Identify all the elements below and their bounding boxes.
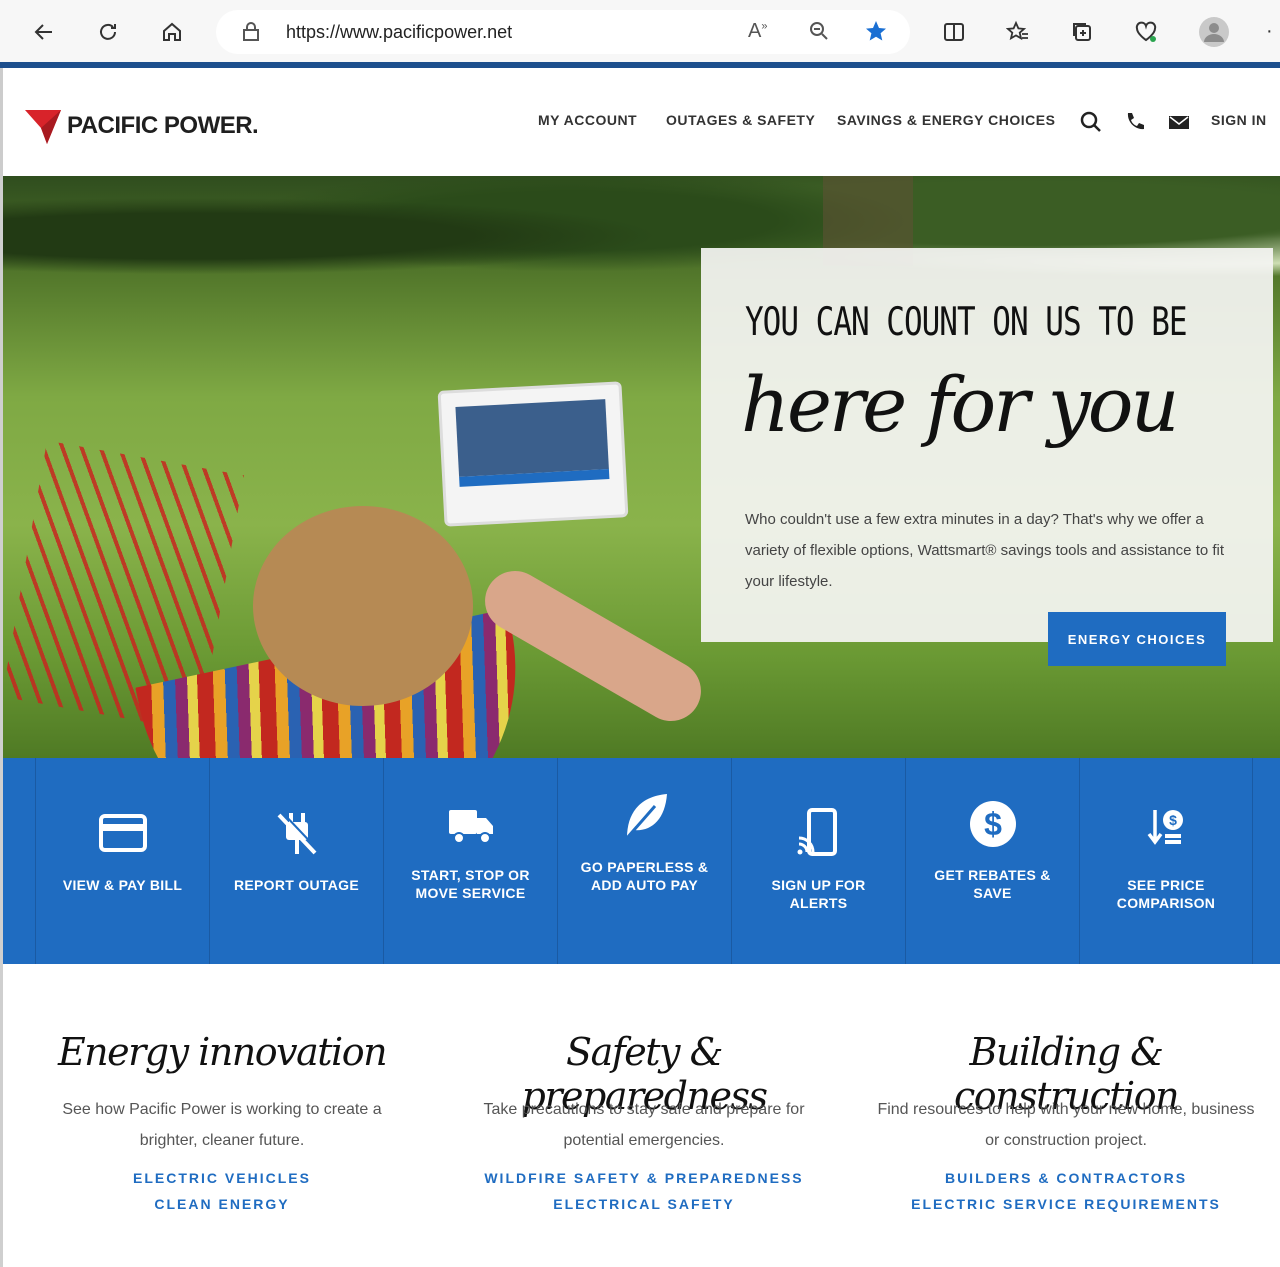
phone-icon[interactable] bbox=[1123, 110, 1147, 139]
tile-go-paperless[interactable]: GO PAPERLESS & ADD AUTO PAY bbox=[557, 758, 731, 964]
browser-toolbar: https://www.pacificpower.net A» · bbox=[0, 0, 1280, 64]
svg-text:$: $ bbox=[984, 806, 1002, 842]
leaf-icon bbox=[558, 790, 731, 842]
unplugged-icon bbox=[210, 810, 383, 858]
svg-text:$: $ bbox=[1169, 812, 1177, 828]
hero-body-text: Who couldn't use a few extra minutes in … bbox=[745, 511, 1225, 590]
feature-description: Take precautions to stay safe and prepar… bbox=[483, 1101, 805, 1149]
favorites-icon[interactable] bbox=[1000, 14, 1036, 50]
tile-label: REPORT OUTAGE bbox=[234, 877, 359, 893]
health-icon[interactable] bbox=[1128, 14, 1164, 50]
link-builders-contractors[interactable]: BUILDERS & CONTRACTORS bbox=[876, 1170, 1256, 1186]
hero-tagline: YOU CAN COUNT ON US TO BE bbox=[745, 300, 1188, 345]
tile-label: VIEW & PAY BILL bbox=[62, 877, 183, 893]
feature-title: Safety & preparedness bbox=[521, 1030, 768, 1118]
feature-description: Find resources to help with your new hom… bbox=[877, 1101, 1255, 1149]
lock-icon[interactable] bbox=[242, 22, 260, 47]
nav-outages-safety[interactable]: OUTAGES & SAFETY bbox=[666, 112, 815, 128]
refresh-icon[interactable] bbox=[90, 14, 126, 50]
address-bar[interactable]: https://www.pacificpower.net A» bbox=[216, 10, 910, 54]
link-electric-vehicles[interactable]: ELECTRIC VEHICLES bbox=[32, 1170, 412, 1186]
feature-description: See how Pacific Power is working to crea… bbox=[62, 1101, 382, 1149]
profile-avatar-icon[interactable] bbox=[1196, 14, 1232, 50]
tile-label: START, STOP OR MOVE SERVICE bbox=[411, 867, 530, 901]
link-electric-service-requirements[interactable]: ELECTRIC SERVICE REQUIREMENTS bbox=[876, 1196, 1256, 1212]
home-icon[interactable] bbox=[154, 14, 190, 50]
tablet-image bbox=[437, 381, 629, 527]
quick-action-tiles: VIEW & PAY BILL REPORT OUTAGE START, STO… bbox=[3, 758, 1280, 964]
zoom-icon[interactable] bbox=[808, 20, 830, 47]
nav-my-account[interactable]: MY ACCOUNT bbox=[538, 112, 637, 128]
tile-label: GO PAPERLESS & ADD AUTO PAY bbox=[580, 859, 709, 893]
sign-in-link[interactable]: SIGN IN bbox=[1211, 112, 1267, 128]
truck-icon bbox=[384, 806, 557, 846]
tile-get-rebates[interactable]: $ GET REBATES & SAVE bbox=[905, 758, 1079, 964]
logo-mark-icon bbox=[25, 110, 61, 144]
person-image bbox=[253, 506, 473, 706]
read-aloud-icon[interactable]: A» bbox=[748, 20, 767, 43]
credit-card-icon bbox=[36, 814, 209, 852]
feature-title: Building & construction bbox=[953, 1030, 1180, 1118]
tile-start-stop-move[interactable]: START, STOP OR MOVE SERVICE bbox=[383, 758, 557, 964]
back-icon[interactable] bbox=[26, 14, 62, 50]
url-text[interactable]: https://www.pacificpower.net bbox=[286, 22, 512, 43]
tile-view-pay-bill[interactable]: VIEW & PAY BILL bbox=[35, 758, 209, 964]
feature-safety-preparedness: Safety & preparedness Take precautions t… bbox=[454, 1030, 834, 1212]
tile-label: SEE PRICE COMPARISON bbox=[1116, 877, 1216, 911]
link-clean-energy[interactable]: CLEAN ENERGY bbox=[32, 1196, 412, 1212]
feature-energy-innovation: Energy innovation See how Pacific Power … bbox=[32, 1030, 412, 1212]
link-wildfire-safety[interactable]: WILDFIRE SAFETY & PREPAREDNESS bbox=[454, 1170, 834, 1186]
logo-text: PACIFIC POWER. bbox=[67, 112, 259, 139]
phone-alert-icon bbox=[732, 808, 905, 856]
tile-price-comparison[interactable]: $ SEE PRICE COMPARISON bbox=[1079, 758, 1253, 964]
feature-building-construction: Building & construction Find resources t… bbox=[876, 1030, 1256, 1212]
dollar-icon: $ bbox=[906, 800, 1079, 848]
site-header: PACIFIC POWER. MY ACCOUNT OUTAGES & SAFE… bbox=[0, 68, 1280, 176]
energy-choices-button[interactable]: ENERGY CHOICES bbox=[1048, 612, 1226, 666]
tile-label: GET REBATES & SAVE bbox=[934, 867, 1051, 901]
hero-banner: YOU CAN COUNT ON US TO BE here for you W… bbox=[3, 176, 1280, 758]
favorite-star-icon[interactable] bbox=[864, 19, 888, 48]
hero-card: YOU CAN COUNT ON US TO BE here for you W… bbox=[701, 248, 1273, 642]
feature-title: Energy innovation bbox=[57, 1030, 388, 1074]
tile-report-outage[interactable]: REPORT OUTAGE bbox=[209, 758, 383, 964]
split-screen-icon[interactable] bbox=[936, 14, 972, 50]
hero-headline: here for you bbox=[741, 360, 1179, 449]
mail-icon[interactable] bbox=[1167, 110, 1191, 139]
more-icon[interactable]: · bbox=[1266, 20, 1273, 43]
tile-sign-up-alerts[interactable]: SIGN UP FOR ALERTS bbox=[731, 758, 905, 964]
price-compare-icon: $ bbox=[1080, 806, 1252, 856]
nav-savings-energy-choices[interactable]: SAVINGS & ENERGY CHOICES bbox=[837, 112, 1055, 128]
search-icon[interactable] bbox=[1079, 110, 1103, 139]
collections-icon[interactable] bbox=[1064, 14, 1100, 50]
tile-label: SIGN UP FOR ALERTS bbox=[771, 877, 866, 911]
pacific-power-logo[interactable]: PACIFIC POWER. bbox=[25, 108, 259, 144]
link-electrical-safety[interactable]: ELECTRICAL SAFETY bbox=[454, 1196, 834, 1212]
